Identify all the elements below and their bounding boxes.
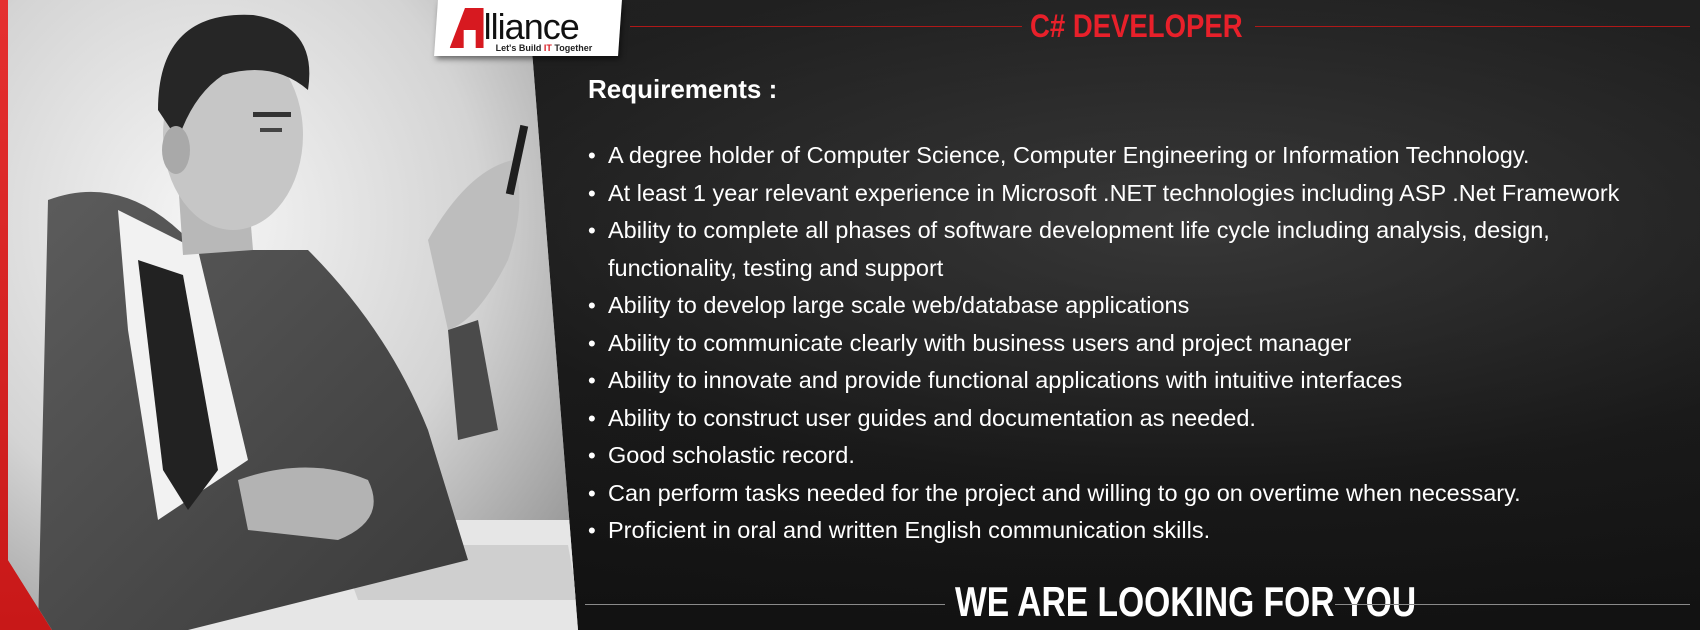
logo-wordmark: lliance	[483, 6, 579, 47]
alliance-logo: lliance Let's Build IT Together	[434, 0, 622, 56]
list-item: • Proficient in oral and written English …	[588, 517, 1211, 543]
title-rule-right	[1255, 26, 1690, 27]
list-item: • Ability to develop large scale web/data…	[588, 292, 1190, 318]
man-at-desk-photo	[8, 0, 578, 630]
requirements-heading: Requirements :	[588, 74, 778, 104]
list-item: • Can perform tasks needed for the projec…	[588, 479, 1521, 506]
footer-rule-right	[1335, 604, 1690, 605]
footer-slogan: WE ARE LOOKING FOR YOU	[955, 578, 1417, 625]
list-item: • A degree holder of Computer Science, Co…	[588, 142, 1530, 168]
list-item-continuation: functionality, testing and support	[608, 254, 944, 281]
requirements-list: • A degree holder of Computer Science, Co…	[588, 137, 1698, 550]
title-rule-left	[630, 26, 1022, 27]
logo-tagline: Let's Build IT Together	[495, 43, 593, 53]
list-item: • Ability to construct user guides and do…	[588, 404, 1256, 431]
list-item: • Good scholastic record.	[588, 442, 855, 468]
list-item: • Ability to communicate clearly with bus…	[588, 329, 1352, 356]
job-title: C# DEVELOPER	[1030, 8, 1243, 44]
list-item: • At least 1 year relevant experience in …	[588, 179, 1620, 206]
list-item: • Ability to complete all phases of softw…	[588, 217, 1550, 243]
list-item: • Ability to innovate and provide functio…	[588, 367, 1403, 393]
footer-rule-left	[585, 604, 945, 605]
